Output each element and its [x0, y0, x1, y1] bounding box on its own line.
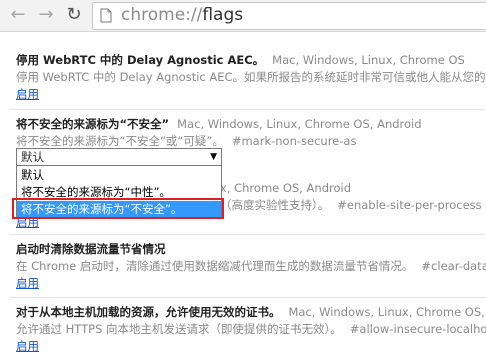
- experiment-hash: #enable-site-per-process: [337, 198, 482, 212]
- experiment-title: 将不安全的来源标为“不安全”: [16, 117, 170, 131]
- enable-link[interactable]: 启用: [16, 275, 39, 292]
- highlight-annotation-box: [12, 198, 224, 219]
- experiment-description: 停用 WebRTC 中的 Delay Agnostic AEC。如果所报告的系统…: [16, 70, 486, 84]
- mark-non-secure-select[interactable]: 默认 ▼: [16, 148, 222, 166]
- experiment-hash: #mark-non-secure-as: [231, 134, 357, 148]
- experiment-hash: #clear-data: [421, 259, 486, 273]
- select-option[interactable]: 默认: [17, 167, 221, 183]
- experiment-description: 将不安全的来源标为“不安全”或“可疑”。: [16, 134, 224, 148]
- experiment-platforms: Mac, Windows, Linux, Chrome OS: [272, 53, 465, 67]
- url-scheme: chrome://: [121, 5, 203, 25]
- divider: [10, 297, 486, 298]
- enable-link[interactable]: 启用: [16, 338, 39, 355]
- enable-link[interactable]: 启用: [16, 86, 39, 103]
- divider: [10, 234, 486, 235]
- address-bar[interactable]: chrome://flags: [92, 2, 486, 30]
- url-text: chrome://flags: [121, 5, 243, 25]
- url-path: flags: [202, 5, 244, 25]
- experiment-allow-insecure-localhost: 对于从本地主机加载的资源，允许使用无效的证书。 Mac, Windows, Lin…: [16, 304, 486, 355]
- experiment-clear-data-savings: 启动时清除数据流量节省情况 在 Chrome 启动时，清除通过使用数据缩减代理而…: [16, 241, 486, 292]
- experiment-hash: #allow-insecure-localho: [349, 322, 486, 336]
- experiment-platforms: x, Chrome OS, Android: [220, 181, 352, 195]
- page-icon: [100, 8, 112, 23]
- experiment-delay-agnostic-aec: 停用 WebRTC 中的 Delay Agnostic AEC。 Mac, Win…: [16, 52, 486, 103]
- experiment-title: 启动时清除数据流量节省情况: [16, 242, 166, 256]
- experiment-platforms: Mac, Windows, Linux, Chrome OS, Ar: [288, 305, 486, 319]
- experiment-mark-non-secure: 将不安全的来源标为“不安全” Mac, Windows, Linux, Chrom…: [16, 116, 486, 150]
- experiment-title: 对于从本地主机加载的资源，允许使用无效的证书。: [16, 305, 281, 319]
- experiment-description: （高度实验性支持）。: [220, 198, 330, 212]
- experiment-platforms: Mac, Windows, Linux, Chrome OS, Android: [177, 117, 422, 131]
- experiment-description: 允许通过 HTTPS 向本地主机发送请求（即使提供的证书无效）。: [16, 322, 342, 336]
- experiment-title: 停用 WebRTC 中的 Delay Agnostic AEC。: [16, 53, 265, 67]
- back-icon[interactable]: ←: [6, 3, 30, 27]
- forward-icon[interactable]: →: [34, 3, 58, 27]
- divider: [10, 109, 486, 110]
- dropdown-arrow-icon: ▼: [210, 152, 217, 162]
- select-value: 默认: [21, 150, 44, 164]
- flags-list: 停用 WebRTC 中的 Delay Agnostic AEC。 Mac, Win…: [0, 32, 486, 361]
- browser-toolbar: ← → ↻ chrome://flags: [0, 0, 486, 32]
- experiment-description: 在 Chrome 启动时，清除通过使用数据缩减代理而生成的数据流量节省情况。: [16, 259, 414, 273]
- reload-icon[interactable]: ↻: [62, 3, 86, 27]
